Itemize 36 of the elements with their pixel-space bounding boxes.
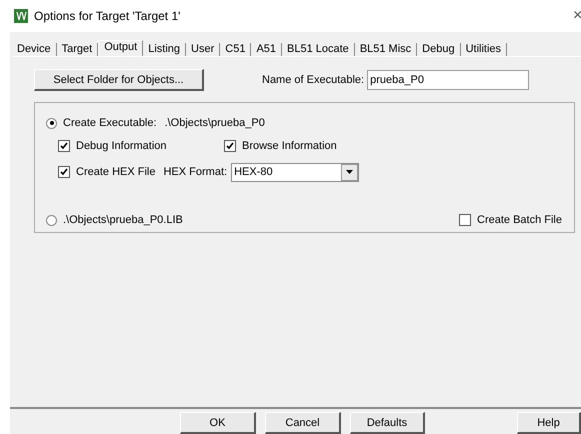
window-title: Options for Target 'Target 1' — [34, 9, 182, 23]
field-label: Name of Executable: — [262, 74, 364, 86]
option-label: Debug Information — [76, 140, 168, 152]
option-label: Browse Information — [242, 140, 337, 152]
tab[interactable]: Listing — [143, 43, 186, 56]
field-label: HEX Format: — [163, 166, 228, 178]
tab[interactable]: Output — [98, 40, 144, 56]
checkbox[interactable] — [224, 140, 236, 152]
dialog-button[interactable]: OK — [180, 412, 256, 434]
select-folder-button[interactable]: Select Folder for Objects... — [34, 69, 204, 91]
tab[interactable]: C51 — [220, 43, 252, 56]
caret-icon — [341, 164, 358, 180]
input-field[interactable]: prueba_P0 — [367, 70, 530, 90]
tab[interactable]: BL51 Locate — [282, 43, 355, 56]
tab[interactable]: User — [186, 43, 220, 56]
dialog-button[interactable]: Defaults — [350, 412, 425, 434]
radio-button[interactable] — [46, 118, 57, 128]
path-text: .\Objects\prueba_P0 — [164, 117, 265, 129]
tab[interactable]: Device — [12, 43, 57, 56]
option-label: Create HEX File — [76, 166, 156, 178]
checkbox[interactable] — [58, 140, 70, 152]
option-label: .\Objects\prueba_P0.LIB — [63, 214, 183, 226]
tab[interactable]: A51 — [251, 43, 282, 56]
option-label: Create Executable: — [63, 117, 157, 129]
close-button[interactable]: × — [573, 7, 581, 25]
dialog-button[interactable]: Cancel — [265, 412, 341, 434]
checkbox[interactable] — [58, 166, 70, 178]
radio-button[interactable] — [46, 214, 57, 226]
tab[interactable]: Debug — [417, 43, 461, 56]
tab[interactable]: Utilities — [460, 43, 508, 56]
app-icon — [14, 9, 28, 23]
checkbox[interactable] — [459, 214, 472, 226]
dropdown[interactable]: HEX-80 — [231, 162, 360, 182]
tab[interactable]: BL51 Misc — [354, 43, 418, 56]
option-label: Create Batch File — [477, 214, 562, 226]
dialog-button[interactable]: Help — [517, 412, 581, 434]
